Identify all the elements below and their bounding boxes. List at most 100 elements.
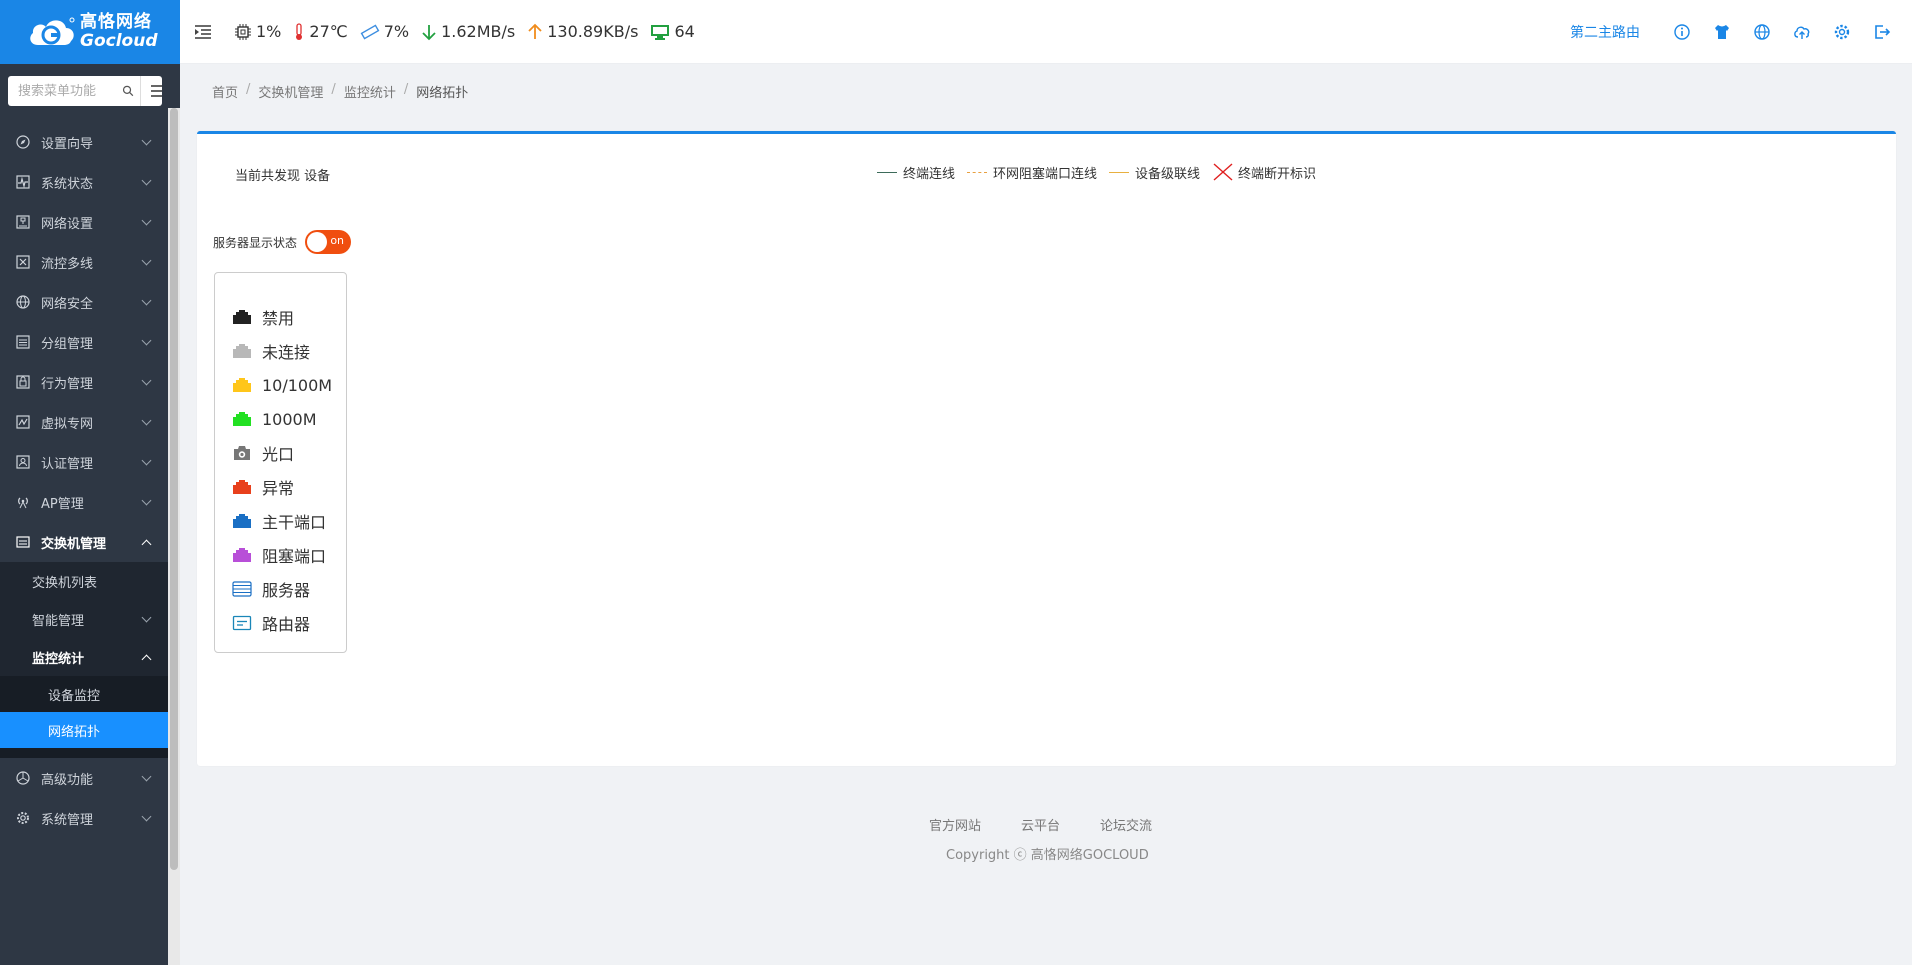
copyright: Copyright ⓒ 高恪网络GOCLOUD [946, 848, 1149, 863]
cloud-logo-icon [30, 17, 75, 45]
auth-icon [16, 455, 30, 469]
router-icon [232, 615, 252, 631]
fiber-port-icon [234, 446, 250, 460]
sidebar-item-system-management[interactable]: 系统管理 [0, 798, 168, 838]
sidebar-item-monitor-stats[interactable]: 监控统计 [0, 638, 168, 676]
memory-icon [360, 23, 380, 40]
legend-label: 禁用 [262, 309, 295, 328]
footer-link-forum[interactable]: 论坛交流 [1100, 815, 1152, 834]
sidebar-item-auth-management[interactable]: 认证管理 [0, 442, 168, 482]
search-input[interactable] [18, 77, 118, 105]
logo-cn-text: 高恪网络 [80, 12, 152, 32]
upload-value: 130.89KB/s [547, 22, 639, 41]
sidebar-item-vpn[interactable]: 虚拟专网 [0, 402, 168, 442]
legend-ring-blocked-line: 环网阻塞端口连线 [967, 163, 1097, 182]
sidebar-item-behavior-management[interactable]: 行为管理 [0, 362, 168, 402]
connected-clients: 64 [650, 22, 695, 41]
sidebar-item-ap-management[interactable]: AP管理 [0, 482, 168, 522]
breadcrumb-home[interactable]: 首页 [212, 82, 238, 101]
advanced-icon [16, 771, 30, 785]
arrow-down-icon [422, 24, 436, 40]
legend-disabled: 禁用 [215, 300, 346, 334]
solid-line-icon [1109, 171, 1130, 173]
menu-search [8, 76, 163, 106]
info-icon[interactable] [1673, 23, 1691, 41]
router-name-link[interactable]: 第二主路由 [1570, 22, 1640, 42]
sidebar-item-group-management[interactable]: 分组管理 [0, 322, 168, 362]
cpu-icon [235, 23, 251, 40]
chevron-down-icon [141, 135, 152, 146]
sidebar-item-setup-wizard[interactable]: 设置向导 [0, 122, 168, 162]
monitor-submenu: 设备监控 网络拓扑 [0, 676, 168, 758]
pulse-icon [16, 175, 30, 189]
logo-en-text: Gocloud [80, 31, 158, 51]
breadcrumb-monitor-stats[interactable]: 监控统计 [344, 82, 396, 101]
chevron-down-icon [141, 215, 152, 226]
port-icon [233, 480, 251, 494]
sidebar-item-smart-management[interactable]: 智能管理 [0, 600, 168, 638]
cpu-value: 1% [256, 22, 282, 41]
sidebar-item-switch-list[interactable]: 交换机列表 [0, 562, 168, 600]
top-header: 1% 27℃ 7% 1.62MB/s 130.89KB/s 64 第二主路由 [180, 0, 1912, 64]
footer-link-official-site[interactable]: 官方网站 [929, 815, 981, 834]
chevron-down-icon [141, 811, 152, 822]
upload-speed: 130.89KB/s [527, 22, 638, 41]
server-toggle-label: 服务器显示状态 [213, 235, 298, 250]
footer-link-cloud-platform[interactable]: 云平台 [1021, 815, 1060, 834]
legend-10-100m: 10/100M [215, 368, 346, 402]
network-icon [16, 215, 30, 229]
legend-label: 主干端口 [262, 513, 327, 532]
legend-disconnect-mark: 终端断开标识 [1212, 162, 1316, 182]
menu-list-icon[interactable] [151, 85, 163, 97]
cloud-upload-icon[interactable] [1793, 23, 1811, 41]
tshirt-icon[interactable] [1713, 23, 1731, 41]
sidebar-scrollbar[interactable] [168, 108, 180, 965]
clients-value: 64 [674, 22, 695, 41]
collapse-menu-icon[interactable] [194, 24, 212, 40]
chevron-down-icon [141, 455, 152, 466]
port-icon [233, 310, 251, 324]
sidebar-item-network-topology[interactable]: 网络拓扑 [0, 712, 168, 748]
solid-line-icon [877, 171, 897, 173]
globe-icon[interactable] [1753, 23, 1771, 41]
server-icon [232, 581, 252, 597]
sidebar-item-label: 监控统计 [32, 651, 85, 667]
gear-icon[interactable] [1833, 23, 1851, 41]
sidebar-item-label: 系统管理 [41, 812, 94, 828]
globe-icon [16, 295, 30, 309]
switch-icon [16, 536, 30, 548]
sidebar-item-switch-management[interactable]: 交换机管理 [0, 522, 168, 562]
sidebar-item-system-status[interactable]: 系统状态 [0, 162, 168, 202]
server-display-row: 服务器显示状态 on [213, 230, 352, 254]
chevron-up-icon [141, 654, 152, 665]
legend-label: 阻塞端口 [262, 547, 327, 566]
sidebar-item-label: AP管理 [41, 496, 84, 512]
chevron-down-icon [141, 175, 152, 186]
legend-label: 1000M [262, 409, 317, 429]
sidebar: 高恪网络 Gocloud 设置向导 系统状态 网络设置 流控多线 [0, 0, 180, 965]
download-value: 1.62MB/s [441, 22, 516, 41]
sidebar-item-device-monitor[interactable]: 设备监控 [0, 676, 168, 712]
port-legend: 禁用 未连接 10/100M 1000M 光口 异常 主干端口 阻塞端口 服务器… [214, 272, 347, 653]
legend-server: 服务器 [215, 572, 346, 606]
footer-links: 官方网站 云平台 论坛交流 [929, 815, 1192, 834]
port-icon [233, 344, 251, 358]
legend-label: 异常 [262, 479, 295, 498]
sidebar-item-flow-control[interactable]: 流控多线 [0, 242, 168, 282]
sidebar-item-label: 交换机列表 [32, 575, 98, 591]
scrollbar-thumb[interactable] [170, 108, 178, 870]
sidebar-item-advanced[interactable]: 高级功能 [0, 758, 168, 798]
thermometer-icon [296, 22, 303, 40]
switch-submenu: 交换机列表 智能管理 监控统计 设备监控 网络拓扑 [0, 562, 168, 758]
legend-label: 设备级联线 [1135, 166, 1201, 182]
chevron-down-icon [141, 495, 152, 506]
logout-icon[interactable] [1873, 23, 1891, 41]
sidebar-item-label: 网络设置 [41, 216, 94, 232]
sidebar-item-label: 网络拓扑 [48, 724, 101, 740]
sidebar-item-network-security[interactable]: 网络安全 [0, 282, 168, 322]
search-icon[interactable] [122, 83, 134, 99]
port-icon [233, 378, 251, 392]
server-display-toggle[interactable]: on [305, 230, 352, 254]
breadcrumb-switch-management[interactable]: 交换机管理 [258, 82, 323, 101]
sidebar-item-network-settings[interactable]: 网络设置 [0, 202, 168, 242]
